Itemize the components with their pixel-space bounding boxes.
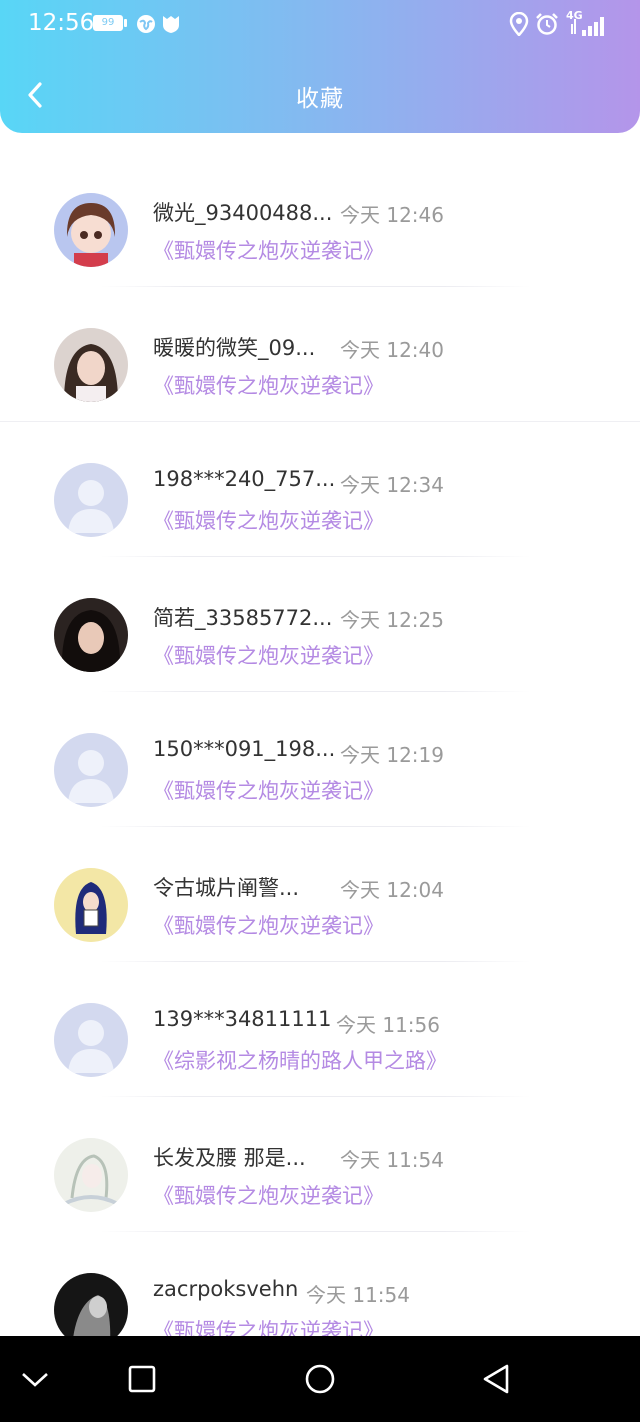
system-back-button[interactable] [456,1336,536,1422]
book-title-link[interactable]: 《甄嬛传之炮灰逆袭记》 [153,640,384,670]
list-item[interactable]: 139***34811111 今天 11:56 《综影视之杨晴的路人甲之路》 [0,962,640,1097]
favorite-time: 今天 12:46 [340,203,444,227]
favorite-time: 今天 12:04 [340,878,444,902]
avatar[interactable] [54,1003,128,1077]
favorite-time: 今天 11:54 [306,1283,410,1307]
list-item[interactable]: 长发及腰 那是... 今天 11:54 《甄嬛传之炮灰逆袭记》 [0,1097,640,1232]
book-title-link[interactable]: 《甄嬛传之炮灰逆袭记》 [153,505,384,535]
location-icon [509,11,529,40]
list-item[interactable]: 微光_93400488... 今天 12:46 《甄嬛传之炮灰逆袭记》 [0,152,640,287]
avatar[interactable] [54,733,128,807]
avatar[interactable] [54,1138,128,1212]
avatar[interactable] [54,868,128,942]
header-bar: 12:56 99 4G 收藏 [0,0,640,133]
book-title-link[interactable]: 《甄嬛传之炮灰逆袭记》 [153,235,384,265]
favorite-time: 今天 11:54 [340,1148,444,1172]
book-title-link[interactable]: 《甄嬛传之炮灰逆袭记》 [153,1180,384,1210]
shield-icon [161,14,181,38]
favorite-time: 今天 12:25 [340,608,444,632]
battery-tip [124,19,127,27]
home-button[interactable] [280,1336,360,1422]
system-nav-bar [0,1336,640,1422]
page-title: 收藏 [296,86,344,112]
back-triangle-icon [483,1364,509,1394]
user-name: 长发及腰 那是... [153,1146,306,1170]
book-title-link[interactable]: 《综影视之杨晴的路人甲之路》 [153,1045,447,1075]
recent-apps-icon [128,1365,156,1393]
user-name: 简若_33585772... [153,606,333,630]
alarm-icon [535,12,559,40]
list-item[interactable]: 198***240_757... 今天 12:34 《甄嬛传之炮灰逆袭记》 [0,422,640,557]
avatar[interactable] [54,598,128,672]
avatar[interactable] [54,463,128,537]
favorites-list: 微光_93400488... 今天 12:46 《甄嬛传之炮灰逆袭记》 暖暖的微笑_0… [0,152,640,1367]
home-icon [305,1364,335,1394]
list-item[interactable]: 150***091_198... 今天 12:19 《甄嬛传之炮灰逆袭记》 [0,692,640,827]
book-title-link[interactable]: 《甄嬛传之炮灰逆袭记》 [153,775,384,805]
list-item[interactable]: 简若_33585772... 今天 12:25 《甄嬛传之炮灰逆袭记》 [0,557,640,692]
recent-apps-button[interactable] [102,1336,182,1422]
book-title-link[interactable]: 《甄嬛传之炮灰逆袭记》 [153,370,384,400]
avatar[interactable] [54,193,128,267]
battery-icon: 99 [93,15,123,31]
chevron-down-icon [22,1373,48,1387]
favorite-time: 今天 11:56 [336,1013,440,1037]
favorite-time: 今天 12:34 [340,473,444,497]
user-name: 150***091_198... [153,737,336,761]
status-time: 12:56 [28,10,95,36]
user-name: zacrpoksvehn [153,1277,299,1301]
globe-icon [136,14,156,38]
collapse-button[interactable] [0,1336,75,1422]
avatar[interactable] [54,328,128,402]
book-title-link[interactable]: 《甄嬛传之炮灰逆袭记》 [153,910,384,940]
favorite-time: 今天 12:40 [340,338,444,362]
user-name: 令古城片阐警... [153,876,300,900]
user-name: 139***34811111 [153,1007,332,1031]
list-item[interactable]: 暖暖的微笑_09... 今天 12:40 《甄嬛传之炮灰逆袭记》 [0,287,640,422]
user-name: 198***240_757... [153,467,336,491]
user-name: 微光_93400488... [153,201,333,225]
status-bar: 12:56 99 4G [0,0,640,50]
list-item[interactable]: 令古城片阐警... 今天 12:04 《甄嬛传之炮灰逆袭记》 [0,827,640,962]
favorite-time: 今天 12:19 [340,743,444,767]
user-name: 暖暖的微笑_09... [153,336,316,360]
signal-icon [570,14,608,40]
